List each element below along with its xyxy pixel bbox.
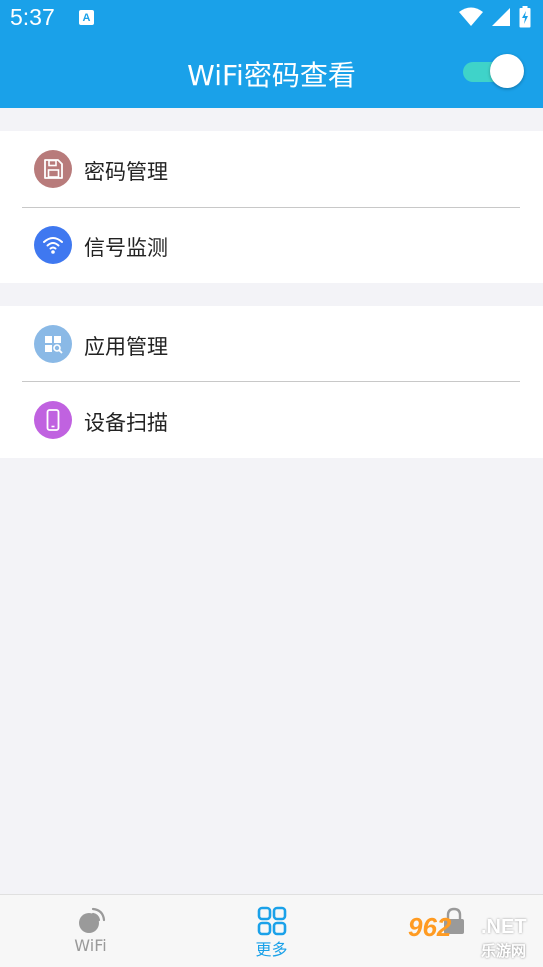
watermark-logo: 962 .NET 乐游网: [403, 910, 539, 962]
status-icons: [459, 6, 531, 28]
status-time: 5:37: [10, 4, 55, 30]
menu-item-password-management[interactable]: 密码管理: [0, 131, 543, 207]
menu-item-label: 应用管理: [84, 335, 168, 359]
apps-search-icon: [34, 325, 72, 363]
menu-item-app-management[interactable]: 应用管理: [0, 306, 543, 382]
menu-group-1: 密码管理 信号监测: [0, 131, 543, 283]
battery-icon: [519, 6, 531, 28]
menu-item-label: 设备扫描: [84, 411, 168, 435]
nav-label: 更多: [255, 940, 288, 959]
save-icon: [34, 150, 72, 188]
nav-item-more[interactable]: 更多: [181, 895, 362, 967]
cell-signal-icon: [492, 8, 510, 26]
menu-item-label: 信号监测: [84, 236, 168, 260]
toggle-knob: [490, 54, 524, 88]
notification-a-icon: A: [79, 10, 94, 25]
master-toggle[interactable]: [461, 54, 525, 88]
watermark-net: .NET: [481, 916, 527, 938]
nav-label: WiFi: [74, 936, 107, 955]
satellite-dish-icon: [79, 907, 106, 933]
status-bar: 5:37 A: [0, 0, 543, 36]
nav-item-wifi[interactable]: WiFi: [0, 895, 181, 967]
menu-item-label: 密码管理: [84, 160, 168, 184]
phone-icon: [34, 401, 72, 439]
wifi-signal-icon: [459, 7, 483, 26]
menu-item-device-scan[interactable]: 设备扫描: [0, 382, 543, 458]
wifi-icon: [34, 226, 72, 264]
watermark-number: 962: [408, 912, 452, 942]
app-bar: WiFi密码查看: [0, 36, 543, 108]
watermark-site: 乐游网: [481, 942, 527, 960]
grid-icon: [257, 906, 287, 936]
menu-item-signal-monitor[interactable]: 信号监测: [0, 207, 543, 283]
menu-group-2: 应用管理 设备扫描: [0, 306, 543, 458]
